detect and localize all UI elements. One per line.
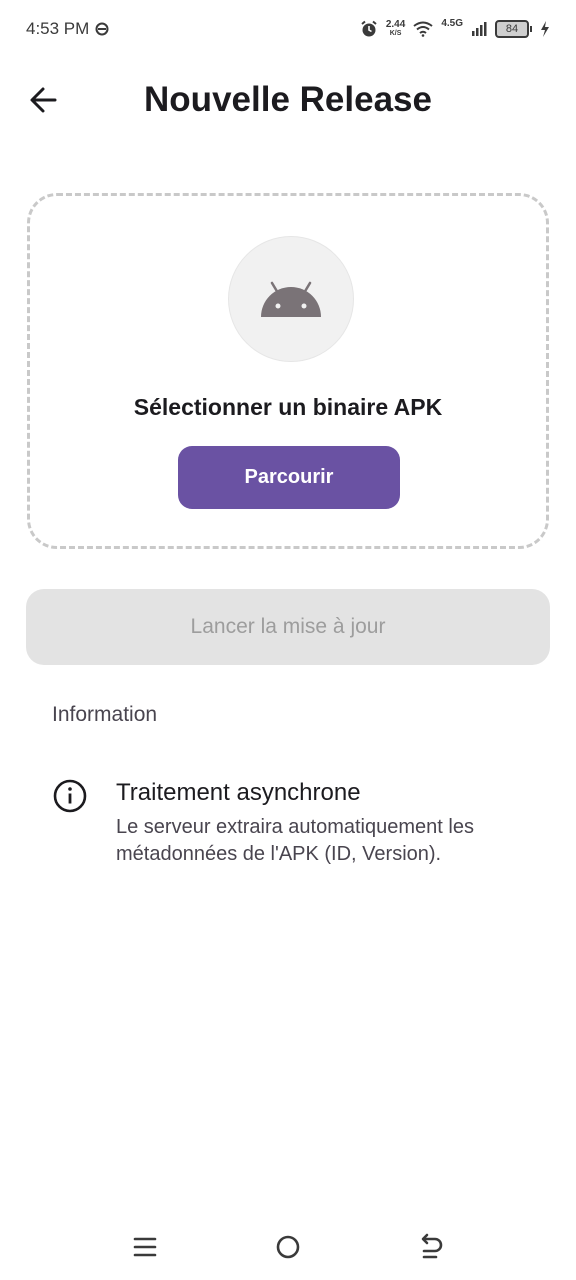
status-bar: 4:53 PM 2.44 K/S 4.5G 84 xyxy=(0,0,576,58)
charging-icon xyxy=(541,21,549,37)
home-icon xyxy=(276,1235,300,1259)
info-description: Le serveur extraira automatiquement les … xyxy=(116,816,474,865)
page-title: Nouvelle Release xyxy=(144,80,432,119)
net-speed-unit: K/S xyxy=(389,30,402,37)
network-type: 4.5G xyxy=(441,17,463,29)
system-nav-bar xyxy=(0,1218,576,1280)
notification-dot-icon xyxy=(95,22,109,36)
arrow-left-icon xyxy=(30,87,57,113)
wifi-icon xyxy=(413,21,433,37)
info-icon xyxy=(53,779,87,813)
info-title: Traitement asynchrone xyxy=(116,779,361,806)
battery-tip xyxy=(530,26,532,32)
status-bar-right: 2.44 K/S 4.5G 84 xyxy=(360,17,550,38)
menu-icon xyxy=(133,1237,157,1257)
browse-button[interactable]: Parcourir xyxy=(178,446,400,509)
section-header-information: Information xyxy=(52,703,158,726)
net-speed: 2.44 K/S xyxy=(386,20,405,38)
android-icon xyxy=(261,281,321,317)
net-speed-value: 2.44 xyxy=(385,19,406,30)
status-bar-left: 4:53 PM xyxy=(26,19,109,39)
recents-button[interactable] xyxy=(130,1232,160,1262)
alarm-icon xyxy=(361,20,377,37)
screen: 4:53 PM 2.44 K/S 4.5G 84 Nouvelle Releas… xyxy=(0,0,576,1280)
home-button[interactable] xyxy=(273,1232,303,1262)
upload-title: Sélectionner un binaire APK xyxy=(133,394,443,420)
status-time: 4:53 PM xyxy=(26,19,90,38)
android-icon-container xyxy=(228,236,354,362)
signal-icon xyxy=(472,22,487,36)
back-button[interactable] xyxy=(24,80,64,120)
app-bar: Nouvelle Release xyxy=(0,58,576,142)
apk-dropzone[interactable]: Sélectionner un binaire APK Parcourir xyxy=(27,193,549,549)
battery-icon: 84 xyxy=(495,20,532,38)
launch-update-button[interactable]: Lancer la mise à jour xyxy=(26,589,550,665)
system-back-button[interactable] xyxy=(416,1232,446,1262)
back-icon xyxy=(421,1233,443,1259)
battery-level: 84 xyxy=(495,20,529,38)
